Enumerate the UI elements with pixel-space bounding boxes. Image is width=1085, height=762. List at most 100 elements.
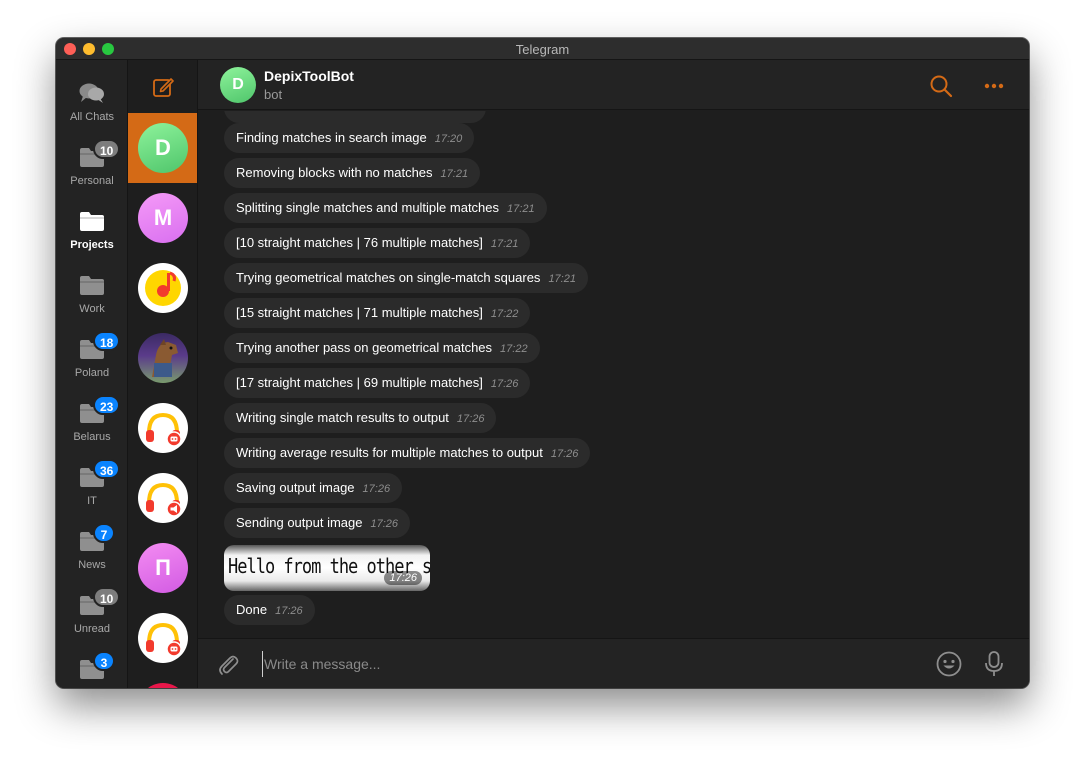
folder-icon — [80, 212, 104, 231]
chats-icon — [79, 83, 104, 103]
message-bubble[interactable]: Removing blocks with no matches 17:21 — [224, 158, 481, 188]
conversation-pane: D DepixToolBot bot Finding matches in se… — [198, 60, 1029, 688]
emoji-icon[interactable] — [936, 651, 962, 677]
message-bubble[interactable]: [17 straight matches | 69 multiple match… — [224, 368, 531, 398]
chat-item-depixtoolbot[interactable]: D — [128, 113, 197, 183]
message-time: 17:26 — [370, 518, 399, 530]
folder-label: IT — [87, 495, 97, 507]
folder-news[interactable]: 7 News — [56, 520, 127, 584]
chat-item[interactable]: П — [128, 533, 197, 603]
avatar — [138, 403, 188, 453]
headphones-megaphone-icon — [146, 482, 182, 517]
avatar — [138, 613, 188, 663]
folder-sidebar: All Chats 10 Personal Projects Work 18 P… — [56, 60, 128, 688]
search-icon[interactable] — [929, 74, 953, 98]
chat-item[interactable] — [128, 253, 197, 323]
chat-list: D M П — [128, 60, 198, 688]
message-bubble[interactable]: [15 straight matches | 71 multiple match… — [224, 298, 531, 328]
output-image-message[interactable]: Hello from the other side 17:26 — [224, 545, 430, 591]
message-text: Writing single match results to output — [236, 410, 449, 425]
message-bubble[interactable]: Finding matches in search image 17:20 — [224, 123, 475, 153]
avatar: D — [138, 123, 188, 173]
message-bubble[interactable]: Done 17:26 — [224, 595, 315, 625]
message-time: 17:26 — [362, 483, 391, 495]
message-text: Sending output image — [236, 515, 363, 530]
folder-projects[interactable]: Projects — [56, 200, 127, 264]
message-text: Done — [236, 602, 268, 617]
chat-item[interactable] — [128, 323, 197, 393]
folder-label: Work — [79, 303, 105, 315]
message-bubble[interactable]: Splitting single matches and multiple ma… — [224, 193, 547, 223]
music-logo-icon — [145, 270, 181, 306]
message-bubble[interactable]: Saving output image 17:26 — [224, 473, 403, 503]
folder-work[interactable]: Work — [56, 264, 127, 328]
message-bubble[interactable]: Trying another pass on geometrical match… — [224, 333, 540, 363]
chat-item[interactable]: M — [128, 183, 197, 253]
unread-badge: 7 — [93, 523, 115, 543]
message-bubble[interactable]: Sending output image 17:26 — [224, 508, 411, 538]
folder-icon — [80, 276, 104, 295]
headphones-bot-icon — [146, 412, 182, 447]
chat-item[interactable] — [128, 603, 197, 673]
folder-label: Belarus — [73, 431, 111, 443]
unread-badge: 36 — [93, 459, 121, 479]
message-time: 17:26 — [275, 605, 303, 617]
folder-label: Personal — [70, 175, 114, 187]
message-text: [10 straight matches | 76 multiple match… — [236, 235, 483, 250]
message-list[interactable]: Finding matches in search image 17:20 Rem… — [198, 111, 1029, 638]
folder-label: Projects — [70, 239, 114, 251]
unread-badge: 10 — [93, 139, 121, 159]
message-time: 17:26 — [384, 571, 422, 585]
folder-it[interactable]: 36 IT — [56, 456, 127, 520]
message-time: 17:21 — [507, 203, 535, 215]
folder-personal[interactable]: 10 Personal — [56, 136, 127, 200]
message-bubble — [224, 111, 486, 123]
message-time: 17:20 — [434, 133, 463, 145]
folder-label: News — [78, 559, 106, 571]
paperclip-icon[interactable] — [216, 652, 240, 676]
avatar — [138, 333, 188, 383]
message-text: Finding matches in search image — [236, 130, 427, 145]
message-time: 17:22 — [490, 308, 519, 320]
folder-poland[interactable]: 18 Poland — [56, 328, 127, 392]
avatar — [138, 473, 188, 523]
message-time: 17:26 — [456, 413, 485, 425]
folder-more[interactable]: 3 — [56, 648, 127, 688]
folder-belarus[interactable]: 23 Belarus — [56, 392, 127, 456]
compose-icon[interactable] — [152, 76, 174, 98]
message-bubble[interactable]: Trying geometrical matches on single-mat… — [224, 263, 588, 293]
message-text: Trying geometrical matches on single-mat… — [236, 270, 541, 285]
message-time: 17:22 — [500, 343, 528, 355]
message-time: 17:21 — [548, 273, 576, 285]
window-title: Telegram — [515, 42, 570, 57]
folder-label: Poland — [74, 367, 110, 379]
chat-header[interactable]: D DepixToolBot bot — [198, 60, 1029, 110]
more-options-icon[interactable] — [982, 74, 1006, 98]
avatar: M — [138, 193, 188, 243]
horse-photo-icon — [152, 339, 178, 377]
message-text: [15 straight matches | 71 multiple match… — [236, 305, 483, 320]
folder-unread[interactable]: 10 Unread — [56, 584, 127, 648]
message-text: Trying another pass on geometrical match… — [236, 340, 493, 355]
peer-avatar[interactable]: D — [220, 67, 256, 103]
message-input[interactable] — [262, 651, 862, 677]
chat-item[interactable] — [128, 673, 197, 688]
unread-badge: 3 — [93, 651, 115, 671]
message-bubble[interactable]: Writing average results for multiple mat… — [224, 438, 591, 468]
message-text: Removing blocks with no matches — [236, 165, 433, 180]
avatar — [138, 263, 188, 313]
avatar — [138, 683, 188, 688]
message-bubble[interactable]: [10 straight matches | 76 multiple match… — [224, 228, 531, 258]
message-time: 17:26 — [550, 448, 579, 460]
microphone-icon[interactable] — [983, 650, 1005, 678]
peer-name[interactable]: DepixToolBot — [264, 68, 354, 84]
folder-all-chats[interactable]: All Chats — [56, 72, 127, 136]
avatar: П — [138, 543, 188, 593]
folder-label: All Chats — [69, 111, 115, 123]
message-text: [17 straight matches | 69 multiple match… — [236, 375, 483, 390]
chat-item[interactable] — [128, 463, 197, 533]
chat-item[interactable] — [128, 393, 197, 463]
peer-status: bot — [264, 87, 283, 102]
message-bubble[interactable]: Writing single match results to output 17… — [224, 403, 497, 433]
message-text: Saving output image — [236, 480, 355, 495]
